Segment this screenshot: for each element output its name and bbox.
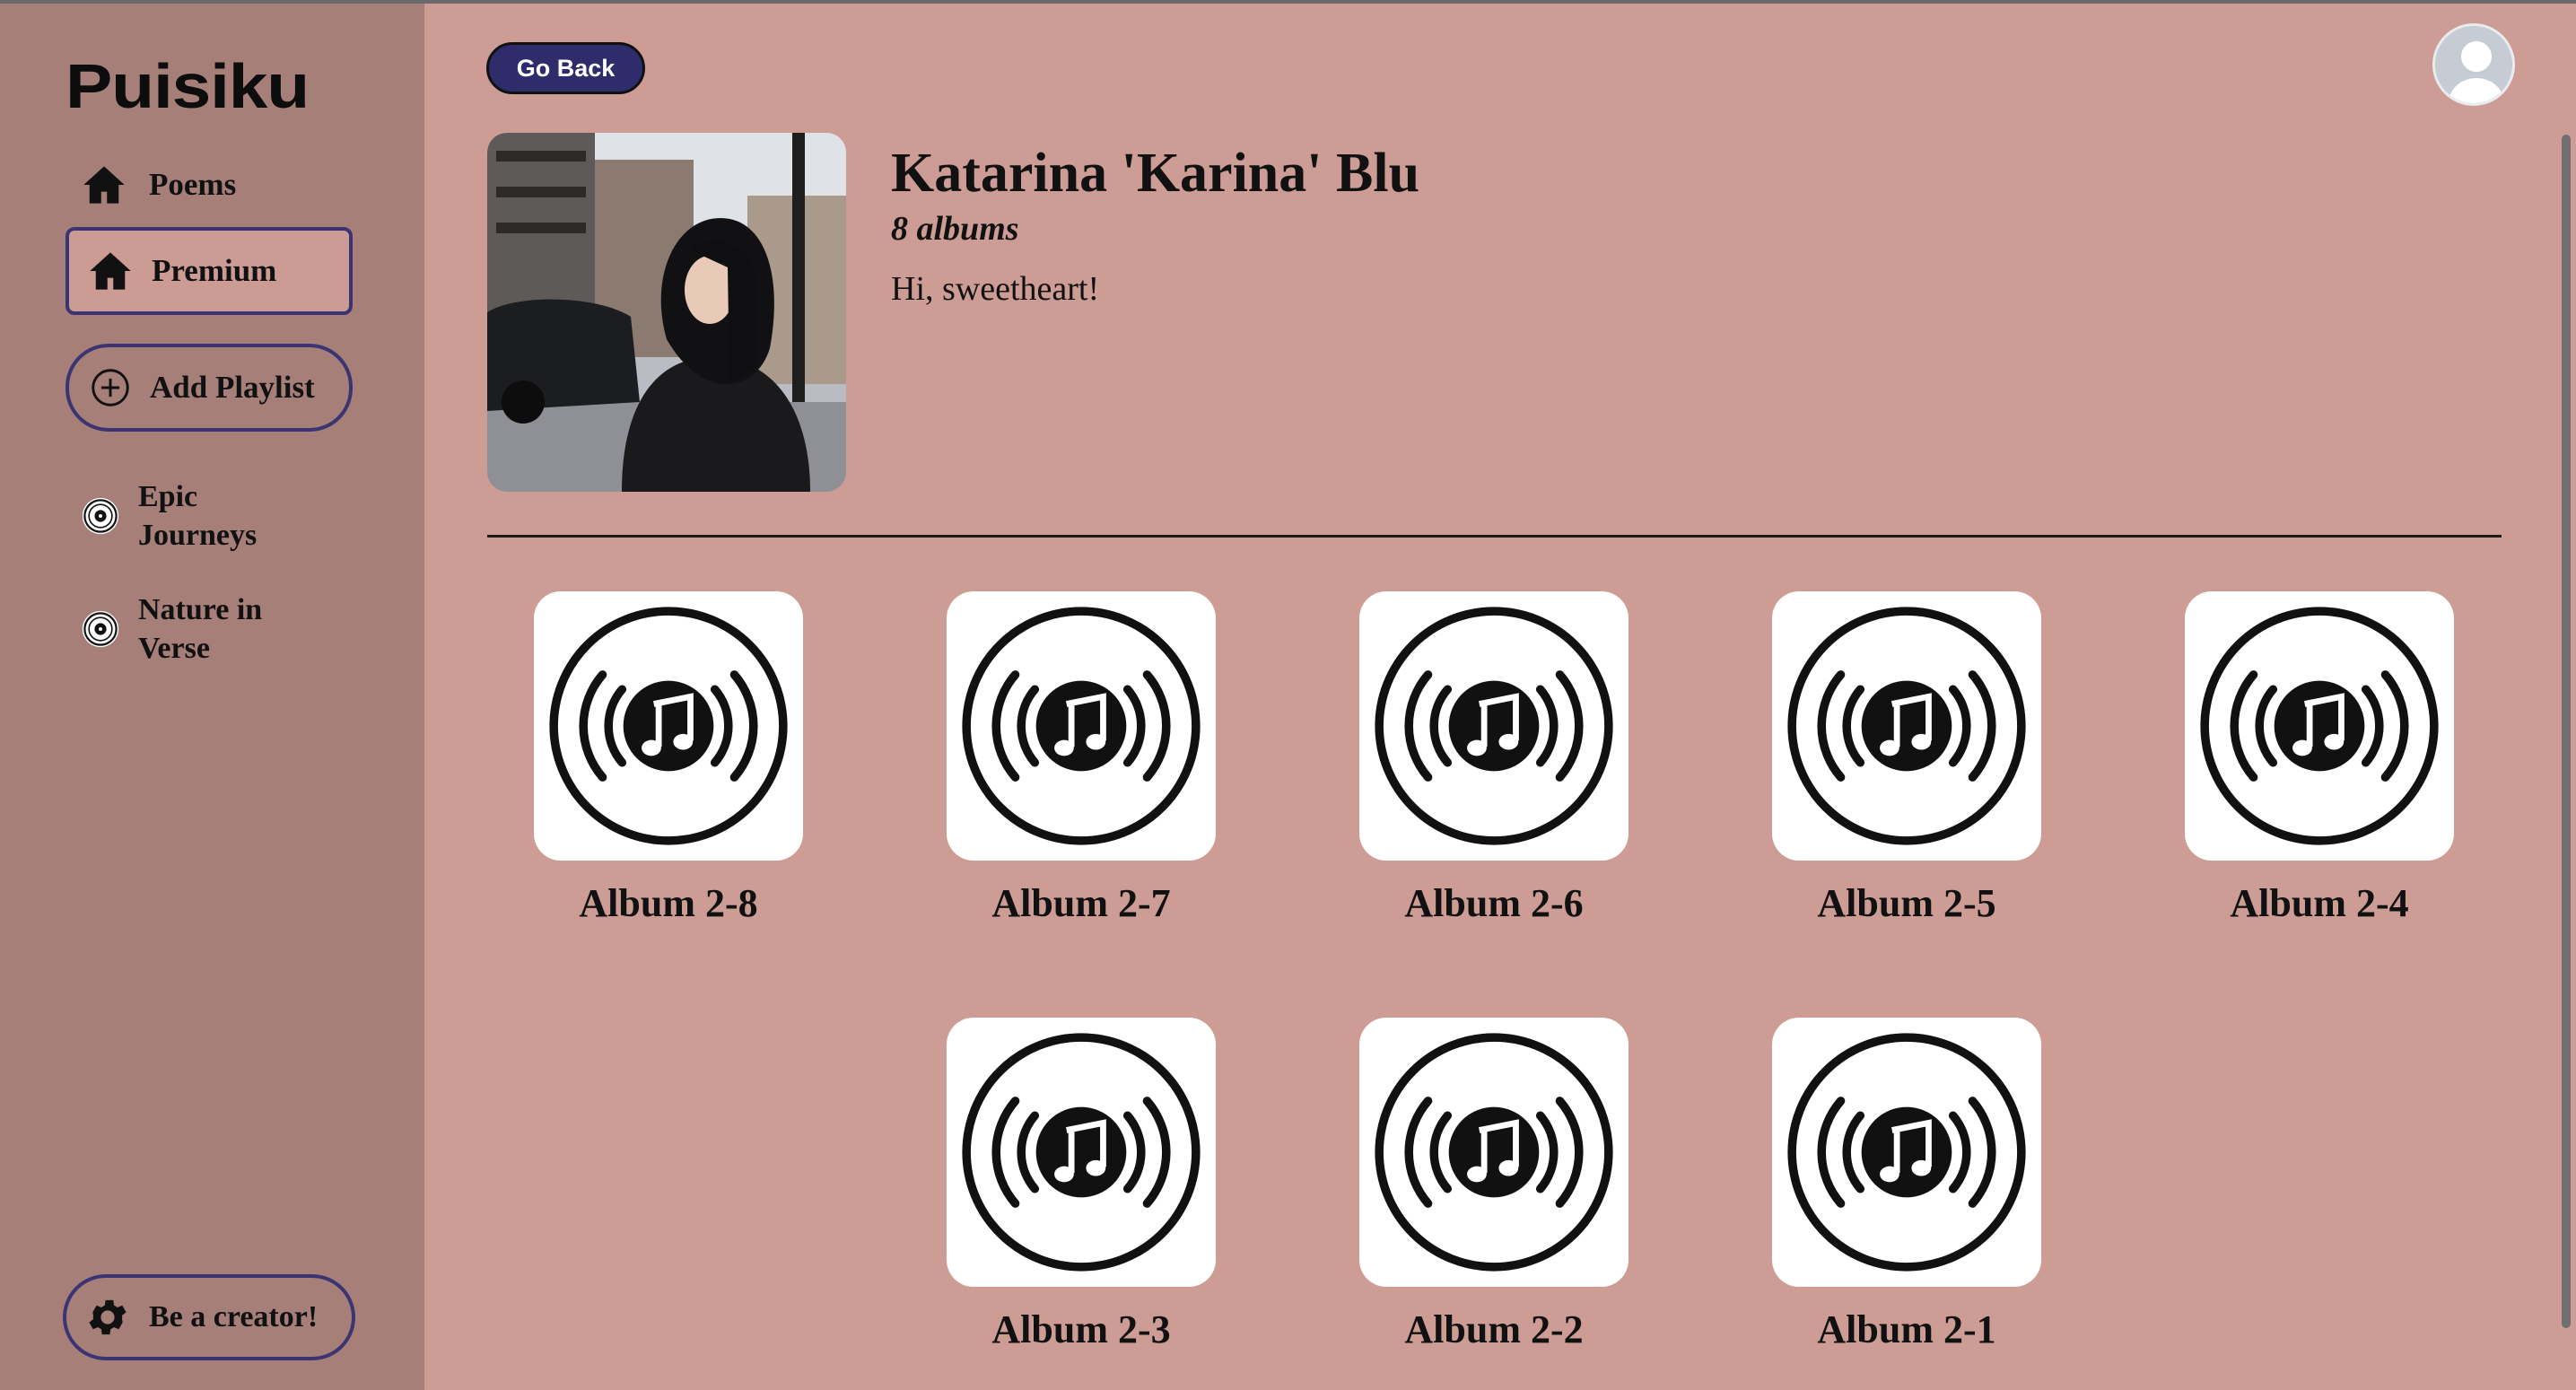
playlist-label-line: Nature in [138, 593, 263, 626]
plus-circle-icon [92, 369, 129, 407]
app-logo[interactable]: Puisiku [65, 50, 310, 122]
album-disc-icon [1785, 604, 2029, 848]
album-cover [1772, 591, 2041, 861]
album-cover [534, 591, 803, 861]
album-card[interactable]: Album 2-1 [1772, 1018, 2041, 1352]
vinyl-icon [81, 609, 120, 649]
be-a-creator-button[interactable]: Be a creator! [63, 1274, 355, 1360]
artist-photo [487, 133, 846, 492]
sidebar-playlist-epic-journeys[interactable]: Epic Journeys [81, 477, 257, 555]
home-icon [87, 248, 134, 294]
album-disc-icon [2197, 604, 2441, 848]
album-title: Album 2-2 [1404, 1307, 1584, 1351]
album-count: 8 albums [891, 210, 1019, 248]
album-title: Album 2-6 [1404, 881, 1584, 925]
sidebar: Puisiku Poems Premium Add Playlist Epic … [0, 4, 424, 1390]
album-disc-icon [1372, 604, 1616, 848]
playlist-label-line: Journeys [138, 519, 258, 552]
gear-icon [89, 1299, 127, 1335]
album-card[interactable]: Album 2-5 [1772, 591, 2041, 926]
album-cover [1359, 1018, 1629, 1287]
album-disc-icon [959, 1030, 1203, 1274]
album-card[interactable]: Album 2-7 [947, 591, 1216, 926]
album-card[interactable]: Album 2-3 [947, 1018, 1216, 1352]
album-title: Album 2-5 [1817, 881, 1996, 925]
playlist-label-line: Verse [138, 632, 210, 665]
album-title: Album 2-8 [579, 881, 758, 925]
album-disc-icon [959, 604, 1203, 848]
vinyl-icon [81, 496, 120, 536]
album-card[interactable]: Album 2-4 [2185, 591, 2454, 926]
add-playlist-button[interactable]: Add Playlist [65, 344, 353, 432]
sidebar-item-poems[interactable]: Poems [81, 162, 236, 208]
album-title: Album 2-4 [2230, 881, 2409, 925]
album-disc-icon [546, 604, 790, 848]
sidebar-item-label: Premium [152, 253, 277, 288]
album-cover [1772, 1018, 2041, 1287]
album-card[interactable]: Album 2-8 [534, 591, 803, 926]
sidebar-item-label: Poems [149, 167, 237, 202]
artist-bio: Hi, sweetheart! [891, 270, 1100, 308]
album-title: Album 2-7 [991, 881, 1171, 925]
album-card[interactable]: Album 2-6 [1359, 591, 1629, 926]
artist-name: Katarina 'Karina' Blu [891, 143, 1420, 204]
user-avatar-icon[interactable] [2432, 23, 2515, 106]
be-a-creator-label: Be a creator! [149, 1300, 319, 1333]
sidebar-item-premium[interactable]: Premium [65, 227, 353, 315]
vertical-scrollbar[interactable] [2562, 135, 2571, 1328]
album-disc-icon [1785, 1030, 2029, 1274]
home-icon [81, 162, 127, 208]
album-cover [1359, 591, 1629, 861]
album-disc-icon [1372, 1030, 1616, 1274]
go-back-button[interactable]: Go Back [486, 42, 645, 94]
album-title: Album 2-3 [991, 1307, 1171, 1351]
album-cover [2185, 591, 2454, 861]
album-title: Album 2-1 [1817, 1307, 1996, 1351]
add-playlist-label: Add Playlist [150, 370, 315, 405]
album-card[interactable]: Album 2-2 [1359, 1018, 1629, 1352]
album-cover [947, 591, 1216, 861]
playlist-label-line: Epic [138, 480, 198, 513]
album-cover [947, 1018, 1216, 1287]
divider [487, 535, 2502, 538]
sidebar-playlist-nature-in-verse[interactable]: Nature in Verse [81, 590, 262, 668]
